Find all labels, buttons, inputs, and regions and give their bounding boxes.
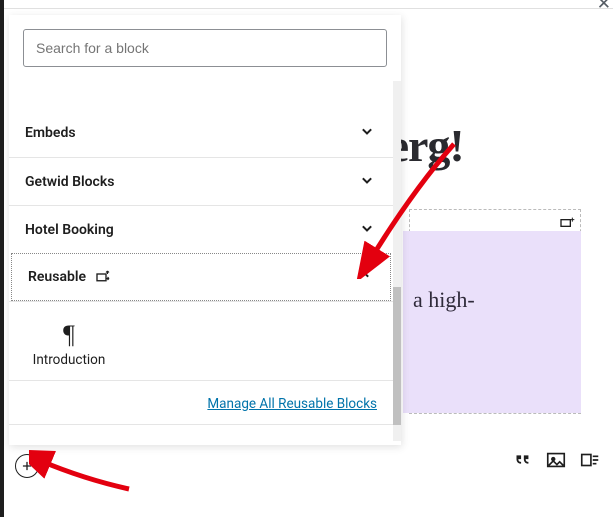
manage-reusable-link[interactable]: Manage All Reusable Blocks: [207, 396, 377, 412]
editor-topbar: ✕: [4, 0, 613, 9]
quote-block-button[interactable]: [511, 449, 533, 471]
category-label: Reusable: [28, 269, 86, 285]
paragraph-icon: ¶: [9, 318, 129, 352]
category-reusable[interactable]: Reusable: [11, 253, 391, 301]
category-label: Hotel Booking: [25, 222, 114, 238]
reusable-icon: [559, 215, 575, 231]
category-embeds[interactable]: Embeds: [9, 109, 393, 157]
chevron-down-icon: [357, 121, 377, 145]
media-text-block-button[interactable]: [579, 449, 601, 471]
category-scroll: Embeds Getwid Blocks Hotel Booking Reusa…: [9, 81, 393, 445]
category-getwid[interactable]: Getwid Blocks: [9, 157, 393, 205]
category-label: Embeds: [25, 125, 76, 141]
annotation-arrow: [29, 449, 139, 499]
manage-reusable-row: Manage All Reusable Blocks: [9, 380, 393, 425]
category-label: Getwid Blocks: [25, 174, 114, 190]
chevron-down-icon: [357, 170, 377, 194]
block-label: Introduction: [9, 352, 129, 368]
add-block-button[interactable]: [15, 454, 39, 478]
image-block-button[interactable]: [545, 449, 567, 471]
chevron-up-icon: [354, 265, 374, 289]
chevron-down-icon: [357, 218, 377, 242]
block-inserter-panel: Embeds Getwid Blocks Hotel Booking Reusa…: [9, 15, 401, 445]
paragraph-text: a high-: [403, 231, 581, 313]
search-container: [23, 29, 387, 67]
reusable-block-content[interactable]: a high-: [403, 231, 581, 413]
category-hotel-booking[interactable]: Hotel Booking: [9, 205, 393, 253]
search-input[interactable]: [23, 29, 387, 67]
reusable-block-introduction[interactable]: ¶ Introduction: [9, 318, 129, 376]
reusable-blocks-grid: ¶ Introduction: [9, 301, 393, 380]
editor-canvas: berg! a high- Embeds Getwid Blocks: [4, 9, 613, 517]
reusable-icon: [94, 268, 112, 286]
close-icon[interactable]: ✕: [597, 0, 611, 9]
block-toolbar: [511, 449, 601, 471]
scrollbar-thumb[interactable]: [393, 287, 401, 425]
